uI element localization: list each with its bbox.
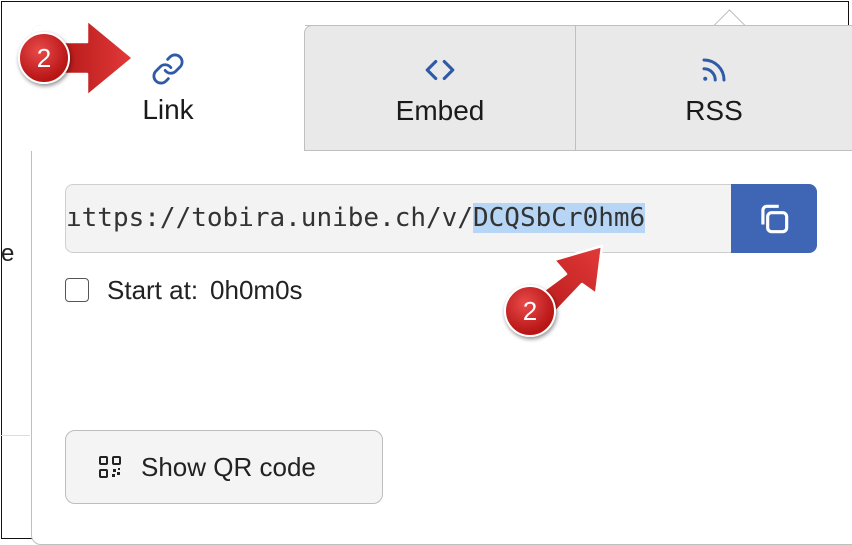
copy-icon (761, 204, 789, 233)
rss-icon (699, 53, 729, 87)
start-at-label: Start at: (107, 274, 199, 305)
annotation-badge-tab: 2 (18, 32, 70, 84)
background-divider (0, 435, 30, 436)
start-at-checkbox[interactable] (65, 278, 89, 302)
tab-embed[interactable]: Embed (304, 25, 576, 151)
show-qr-code-button[interactable]: Show QR code (65, 430, 383, 504)
copy-link-button[interactable] (731, 184, 817, 253)
tab-link-label: Link (142, 94, 194, 125)
annotation-badge-url: 2 (504, 285, 556, 337)
show-qr-code-label: Show QR code (141, 451, 316, 482)
start-at-value: 0h0m0s (210, 274, 303, 305)
link-icon (151, 52, 185, 86)
tab-rss-label: RSS (685, 95, 743, 126)
background-page-text: e (1, 240, 15, 267)
share-link-group: ıttps://tobira.unibe.ch/v/DCQSbCr0hm6 (65, 184, 817, 253)
code-icon (423, 53, 457, 87)
link-url-prefix: ıttps://tobira.unibe.ch/v/ (66, 203, 473, 233)
link-url-selection: DCQSbCr0hm6 (473, 203, 646, 233)
start-at-row: Start at: 0h0m0s (65, 274, 303, 305)
qr-code-icon (99, 456, 121, 478)
tab-embed-label: Embed (395, 95, 485, 126)
tab-rss[interactable]: RSS (575, 25, 852, 151)
